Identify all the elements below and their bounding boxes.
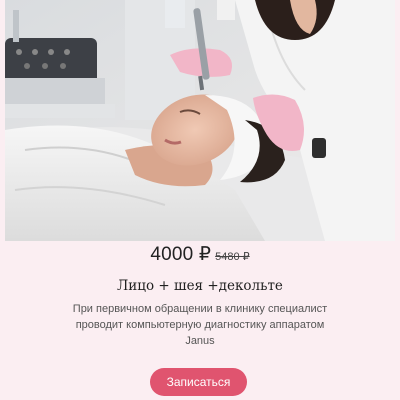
price-row: 4000 ₽ 5480 ₽ [0,243,400,267]
service-card: 4000 ₽ 5480 ₽ Лицо + шея +декольте При п… [0,0,400,400]
service-description: При первичном обращении в клинику специа… [72,303,328,347]
price-old: 5480 ₽ [215,251,250,263]
book-button[interactable]: Записаться [150,368,247,396]
service-photo [5,0,395,241]
service-title: Лицо + шея +декольте [117,278,283,294]
price-current: 4000 ₽ [150,244,212,265]
